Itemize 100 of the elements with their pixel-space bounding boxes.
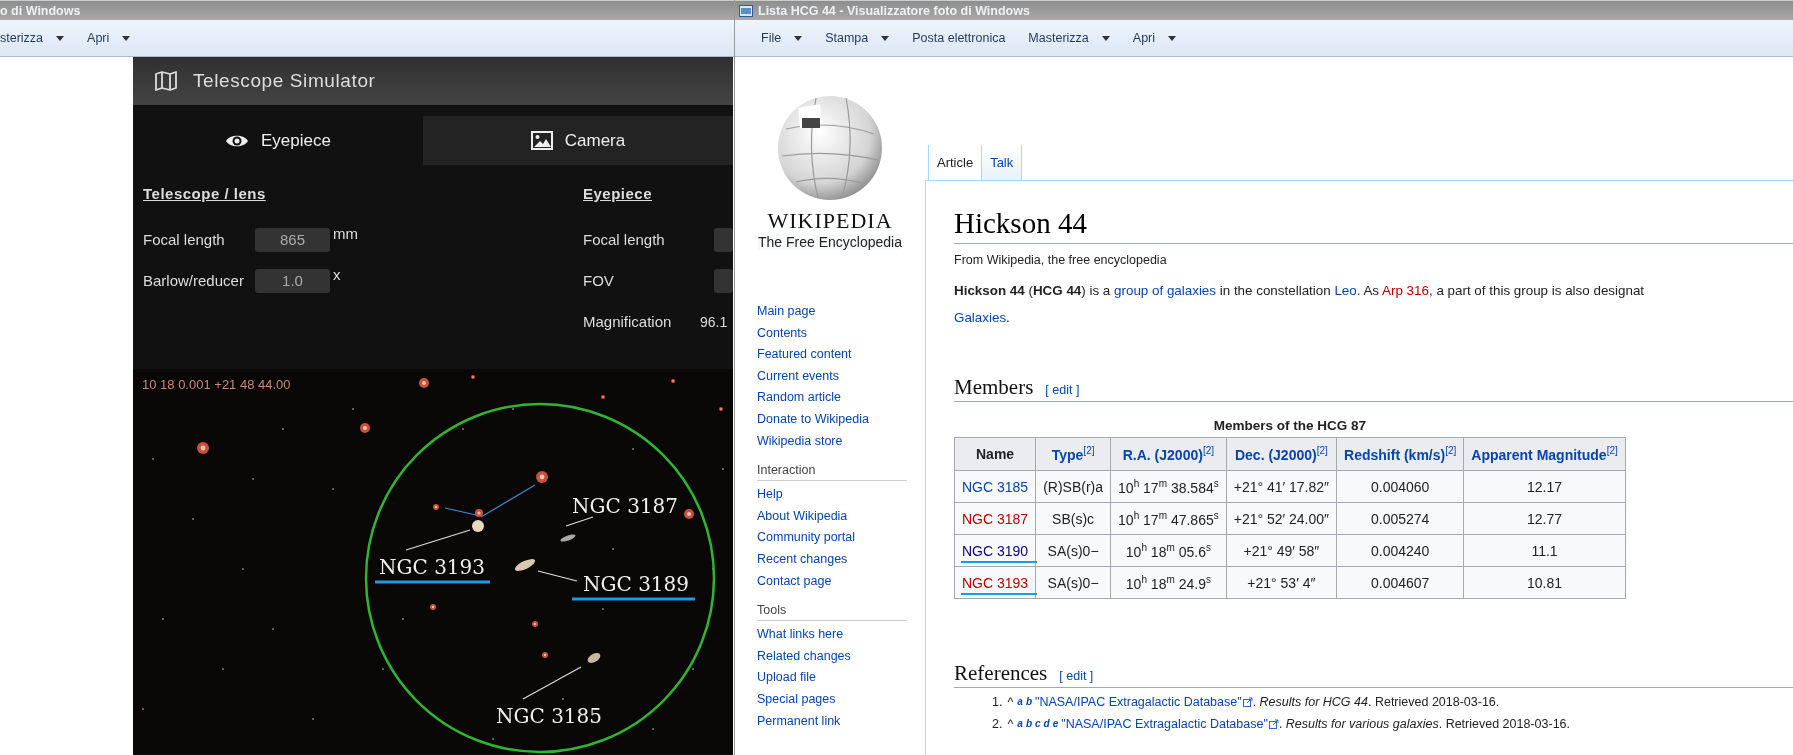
reference-text: . Results for HCG 44. Retrieved 2018-03-16. (1252, 694, 1500, 711)
sidebar-link[interactable]: Community portal (757, 527, 925, 549)
sidebar-link[interactable]: Current events (757, 365, 925, 388)
leader-line (405, 529, 471, 551)
reference-number: 2. (992, 716, 1003, 733)
sidebar-link[interactable]: Random article (757, 387, 925, 409)
menu-item[interactable]: Posta elettronica (900, 29, 1017, 47)
leader-line (522, 666, 582, 700)
reference-number: 1. (992, 694, 1003, 711)
backlink[interactable]: b (1025, 716, 1032, 733)
text-link[interactable]: Arp 316 (1382, 283, 1429, 299)
table-cell: 10$^{h}$ 17$^{m}$ 38.584$^{s}$ (1110, 470, 1227, 503)
table-cell: (R)SB(r)a (1035, 470, 1111, 503)
table-cell: SB(s)c (1035, 502, 1111, 535)
sidebar-heading: Interaction (757, 463, 907, 482)
table-cell: SA(s)0− (1035, 534, 1111, 567)
sidebar-link[interactable]: Donate to Wikipedia (757, 408, 925, 431)
sidebar-link[interactable]: Contact page (757, 570, 925, 593)
table-cell: 0.004607 (1336, 566, 1464, 599)
reference-link[interactable]: "NASA/IPAC Extragalactic Database" (1061, 716, 1268, 733)
table-cell: 10$^{h}$ 17$^{m}$ 47.865$^{s}$ (1110, 502, 1227, 535)
sidebar-link[interactable]: Recent changes (757, 548, 925, 571)
sidebar-link[interactable]: Related changes (757, 645, 925, 668)
input-field[interactable] (713, 268, 733, 293)
text-link[interactable]: Leo (1334, 283, 1357, 299)
table-cell: 0.005274 (1336, 502, 1464, 535)
sidebar-link[interactable]: Upload file (757, 667, 925, 689)
reference-link[interactable]: "NASA/IPAC Extragalactic Database" (1035, 694, 1242, 711)
column-header[interactable]: Redshift (km/s)$^{[2]}$ (1336, 437, 1464, 471)
menu-item[interactable]: File (749, 29, 814, 47)
sidebar-heading: Tools (757, 603, 907, 622)
backlink[interactable]: d (1043, 716, 1050, 733)
reference-text: . Results for various galaxies. Retrieved 2018-03-16. (1278, 716, 1571, 733)
column-header[interactable]: Type$^{[2]}$ (1035, 437, 1111, 471)
table-cell: 10.81 (1463, 566, 1626, 599)
external-link-icon (1268, 719, 1279, 730)
caret-mark: ^ (1007, 716, 1014, 733)
sidebar-link[interactable]: Permanent link (757, 710, 925, 733)
logo-wordmark: WIKIPEDIA (767, 208, 893, 234)
galaxy-label: NGC 3193 (379, 555, 486, 579)
field-label: Focal length (583, 231, 666, 248)
table-cell: 10$^{h}$ 18$^{m}$ 24.9$^{s}$ (1110, 566, 1227, 599)
table-caption: Members of the HCG 87 (1212, 418, 1368, 434)
column-header: Name (954, 437, 1036, 471)
backlink[interactable]: c (1035, 716, 1041, 733)
menu-item[interactable]: Apri (1120, 29, 1188, 47)
sidebar-link[interactable]: Main page (757, 301, 925, 323)
menu-item[interactable]: sterizza (0, 29, 76, 47)
sidebar-link[interactable]: Help (757, 484, 925, 506)
column-header[interactable]: Dec. (J2000)$^{[2]}$ (1226, 437, 1337, 471)
leader-line (565, 516, 594, 527)
input-field[interactable]: 865 (255, 227, 330, 252)
input-field[interactable]: 1.0 (255, 268, 330, 293)
puzzle-globe-icon (776, 94, 884, 202)
field-label: Barlow/reducer (143, 272, 245, 289)
table-cell: 12.77 (1463, 502, 1626, 535)
section-heading: References (954, 661, 1048, 687)
table-cell: 0.004240 (1336, 534, 1464, 567)
tab[interactable]: Talk (981, 145, 1023, 180)
text-link[interactable]: group of galaxies (1114, 283, 1217, 299)
image-icon (530, 131, 553, 150)
tab[interactable]: Camera (423, 116, 733, 165)
column-header[interactable]: Apparent Magnitude$^{[2]}$ (1463, 437, 1626, 471)
field-label: Focal length (143, 231, 226, 248)
menu-item[interactable]: Stampa (813, 29, 901, 47)
backlink[interactable]: e (1052, 716, 1059, 733)
table-cell: +21° 41′ 17.82″ (1226, 470, 1337, 503)
page-title: Hickson 44 (954, 205, 1793, 245)
sidebar-link[interactable]: Wikipedia store (757, 430, 925, 453)
sidebar-link[interactable]: What links here (757, 624, 925, 646)
table-cell: 0.004060 (1336, 470, 1464, 503)
column-header[interactable]: R.A. (J2000)$^{[2]}$ (1110, 437, 1227, 471)
sidebar-link[interactable]: Contents (757, 322, 925, 345)
section-heading: Eyepiece (583, 185, 654, 204)
map-icon (155, 71, 177, 91)
sidebar-link[interactable]: Featured content (757, 344, 925, 366)
table-cell: +21° 52′ 24.00″ (1226, 502, 1337, 535)
external-link-icon (1242, 697, 1253, 708)
unit-label: x (333, 266, 341, 283)
window-title: Lista HCG 44 - Visualizzatore foto di Windows (758, 3, 1030, 18)
section-heading: Members (954, 375, 1034, 401)
table-cell: 10$^{h}$ 18$^{m}$ 05.6$^{s}$ (1110, 534, 1227, 567)
table-cell: 12.17 (1463, 470, 1626, 503)
backlink[interactable]: a (1017, 716, 1023, 733)
app-title: Telescope Simulator (193, 70, 376, 92)
edit-link[interactable]: [ edit ] (1059, 669, 1094, 684)
menu-item[interactable]: Apri (75, 29, 142, 47)
backlink[interactable]: b (1025, 694, 1032, 711)
sidebar-link[interactable]: Special pages (757, 688, 925, 711)
table-cell: SA(s)0− (1035, 566, 1111, 599)
input-field[interactable] (713, 227, 733, 252)
galaxy-label: NGC 3187 (572, 494, 679, 518)
sidebar-link[interactable]: About Wikipedia (757, 505, 925, 528)
section-heading: Telescope / lens (143, 185, 267, 204)
picture-icon (739, 4, 753, 17)
menu-item[interactable]: Masterizza (1016, 29, 1121, 47)
edit-link[interactable]: [ edit ] (1045, 383, 1080, 398)
magnification-value: 96.1 (700, 313, 728, 330)
window-title: o di Windows (0, 3, 81, 18)
backlink[interactable]: a (1017, 694, 1023, 711)
